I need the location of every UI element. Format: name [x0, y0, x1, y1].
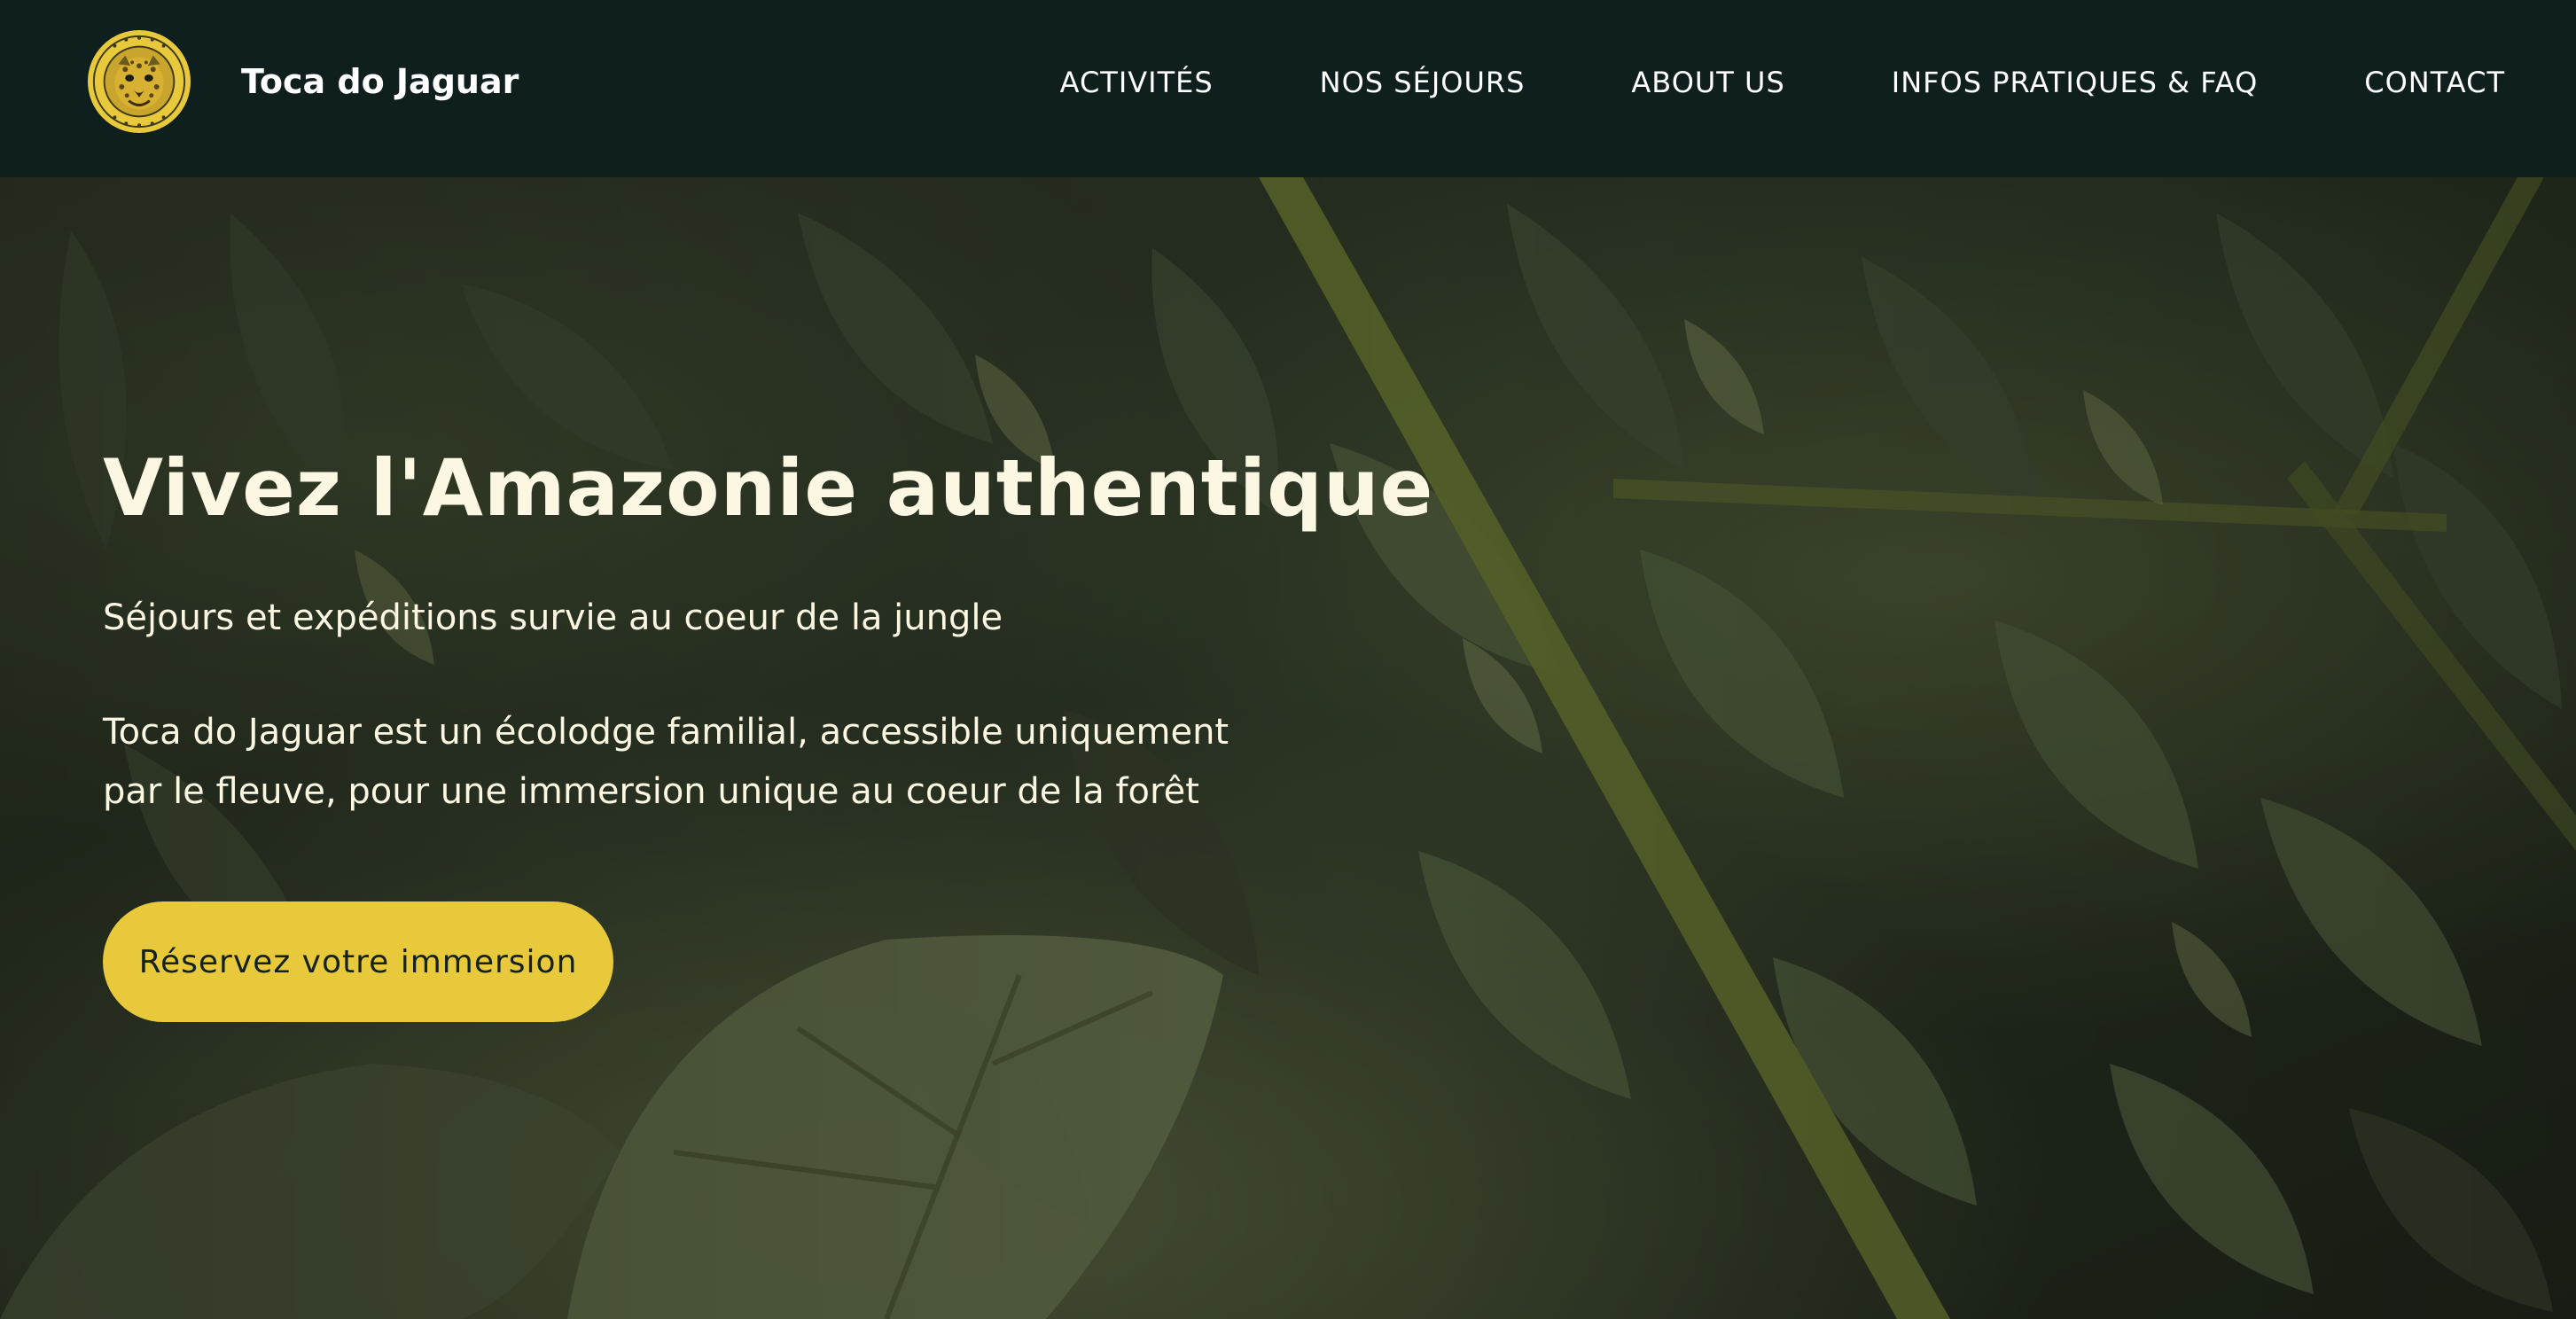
nav-item-contact[interactable]: CONTACT — [2364, 66, 2505, 99]
hero-description: Toca do Jaguar est un écolodge familial,… — [103, 712, 1229, 813]
nav-item-nos-sejours[interactable]: NOS SÉJOURS — [1320, 66, 1526, 99]
jaguar-logo-icon — [87, 29, 191, 134]
nav-item-infos-pratiques-faq[interactable]: INFOS PRATIQUES & FAQ — [1892, 66, 2259, 99]
main-nav: ACTIVITÉS NOS SÉJOURS ABOUT US INFOS PRA… — [1060, 0, 2505, 165]
hero-section: Vivez l'Amazonie authentique Séjours et … — [0, 177, 2576, 1319]
book-immersion-button[interactable]: Réservez votre immersion — [103, 901, 613, 1023]
nav-item-activites[interactable]: ACTIVITÉS — [1060, 66, 1214, 99]
nav-item-about-us[interactable]: ABOUT US — [1631, 66, 1784, 99]
hero-title: Vivez l'Amazonie authentique — [103, 442, 1434, 534]
brand-home-link[interactable]: Toca do Jaguar — [87, 28, 519, 135]
hero-content: Vivez l'Amazonie authentique Séjours et … — [103, 442, 1434, 1023]
brand-name: Toca do Jaguar — [241, 62, 519, 101]
page: Toca do Jaguar ACTIVITÉS NOS SÉJOURS ABO… — [0, 0, 2576, 1319]
site-header: Toca do Jaguar ACTIVITÉS NOS SÉJOURS ABO… — [0, 0, 2576, 177]
hero-subtitle: Séjours et expéditions survie au coeur d… — [103, 597, 1003, 639]
